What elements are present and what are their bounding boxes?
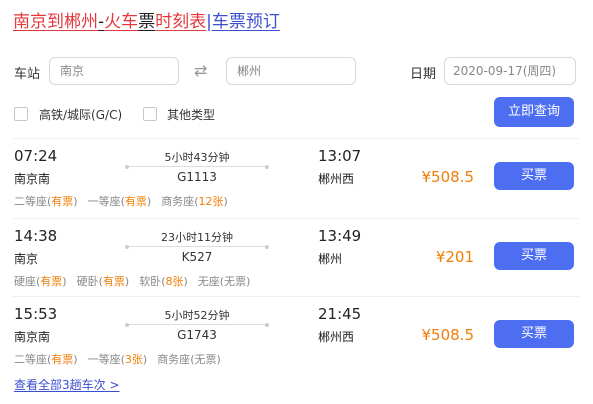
query-button[interactable]: 立即查询 (494, 97, 574, 127)
price: ¥508.5 (421, 168, 475, 186)
seat-name: 商务座 (157, 353, 191, 366)
duration: 5小时43分钟 (164, 151, 230, 164)
seat-status: 无票 (194, 353, 217, 366)
seat-info: 软卧(8张) (139, 275, 188, 288)
seat-list: 二等座(有票) 一等座(有票) 商务座(12张) (14, 193, 238, 209)
title-huoche[interactable]: 火车 (104, 12, 138, 32)
seat-name: 软卧 (139, 275, 162, 288)
title-piao[interactable]: 票 (138, 12, 155, 32)
duration: 23小时11分钟 (161, 231, 233, 244)
train-row[interactable]: 15:53 南京南 5小时52分钟 G1743 21:45 郴州西 二等座(有票… (0, 302, 593, 382)
seat-name: 一等座 (87, 195, 121, 208)
seat-info: 一等座(3张) (87, 353, 148, 366)
seat-name: 无座 (197, 275, 220, 288)
seat-status: 有票 (40, 275, 63, 288)
seat-info: 二等座(有票) (14, 195, 78, 208)
filter-other-checkbox[interactable] (143, 107, 157, 121)
seat-name: 商务座 (161, 195, 195, 208)
seat-status: 有票 (51, 195, 74, 208)
seat-info: 无座(无票) (197, 275, 251, 288)
title-shikebiao[interactable]: 时刻表 (155, 12, 206, 32)
seat-status: 有票 (51, 353, 74, 366)
line-dot-right (265, 245, 269, 249)
seat-name: 硬座 (14, 275, 36, 288)
seat-status: 3张 (124, 353, 143, 366)
date-input[interactable]: 2020-09-17(周四) (444, 57, 576, 85)
seat-info: 商务座(12张) (161, 195, 228, 208)
view-all-link[interactable]: 查看全部3趟车次 > (14, 376, 120, 393)
buy-button[interactable]: 买票 (494, 320, 574, 348)
seat-list: 硬座(有票) 硬卧(有票) 软卧(8张) 无座(无票) (14, 273, 260, 289)
train-number[interactable]: K527 (127, 250, 267, 264)
train-number[interactable]: G1113 (127, 170, 267, 184)
price: ¥508.5 (421, 326, 475, 344)
seat-info: 硬座(有票) (14, 275, 67, 288)
seat-status: 8张 (165, 275, 184, 288)
seat-info: 二等座(有票) (14, 353, 78, 366)
filter-gc-label: 高铁/城际(G/C) (39, 108, 123, 122)
seat-list: 二等座(有票) 一等座(3张) 商务座(无票) (14, 351, 231, 367)
seat-status: 有票 (124, 195, 147, 208)
train-row[interactable]: 07:24 南京南 5小时43分钟 G1113 13:07 郴州西 二等座(有票… (0, 144, 593, 224)
seat-info: 一等座(有票) (87, 195, 152, 208)
title-booking-link[interactable]: 车票预订 (212, 12, 280, 32)
arrive-station: 郴州西 (318, 330, 355, 344)
seat-name: 二等座 (14, 353, 47, 366)
depart-station: 南京南 (14, 330, 51, 344)
buy-button[interactable]: 买票 (494, 242, 574, 270)
page-title: 南京到郴州-火车票时刻表|车票预订 (13, 8, 280, 36)
arrive-station: 郴州 (318, 252, 343, 266)
arrive-time: 13:07 (318, 147, 362, 165)
seat-name: 二等座 (14, 195, 47, 208)
route-line (129, 166, 265, 167)
seat-info: 商务座(无票) (157, 353, 221, 366)
seat-name: 硬卧 (76, 275, 99, 288)
seat-info: 硬卧(有票) (76, 275, 130, 288)
title-route-link[interactable]: 南京到郴州 (13, 12, 98, 32)
to-station-input[interactable]: 郴州 (226, 57, 356, 85)
line-dot-right (265, 165, 269, 169)
route-line (129, 246, 265, 247)
arrive-time: 21:45 (318, 305, 362, 323)
from-station-input[interactable]: 南京 (49, 57, 179, 85)
buy-button[interactable]: 买票 (494, 162, 574, 190)
date-label: 日期 (410, 67, 437, 82)
depart-station: 南京 (14, 252, 39, 266)
arrive-station: 郴州西 (318, 172, 355, 186)
depart-time: 15:53 (14, 305, 58, 323)
depart-time: 07:24 (14, 147, 58, 165)
filter-other-label: 其他类型 (167, 108, 216, 122)
depart-station: 南京南 (14, 172, 51, 186)
route-line (129, 324, 265, 325)
train-number[interactable]: G1743 (127, 328, 267, 342)
swap-icon[interactable]: ⇄ (194, 61, 207, 80)
seat-status: 无票 (224, 275, 247, 288)
duration: 5小时52分钟 (164, 309, 230, 322)
price: ¥201 (435, 248, 474, 266)
seat-status: 12张 (198, 195, 224, 208)
line-dot-right (265, 323, 269, 327)
divider (13, 138, 579, 139)
depart-time: 14:38 (14, 227, 58, 245)
filter-gc-checkbox[interactable] (14, 107, 28, 121)
seat-status: 有票 (102, 275, 125, 288)
arrive-time: 13:49 (318, 227, 362, 245)
station-label: 车站 (14, 67, 41, 82)
train-row[interactable]: 14:38 南京 23小时11分钟 K527 13:49 郴州 硬座(有票) 硬卧… (0, 224, 593, 304)
seat-name: 一等座 (87, 353, 121, 366)
